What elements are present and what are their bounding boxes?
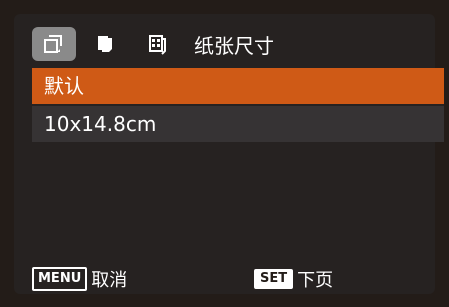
page-filled-icon	[94, 33, 118, 55]
menu-button-badge: MENU	[32, 267, 88, 291]
page-title: 纸张尺寸	[194, 33, 274, 58]
page-layout-icon	[146, 33, 170, 55]
set-button-badge: SET	[254, 269, 294, 289]
tab-paper-settings[interactable]	[32, 27, 76, 61]
pages-outline-icon	[42, 33, 66, 55]
tab-layout[interactable]	[136, 27, 180, 61]
next-page-hint[interactable]: SET 下页	[254, 266, 333, 292]
tab-paper-type[interactable]	[84, 27, 128, 61]
paper-size-list: 默认 10x14.8cm	[32, 68, 444, 142]
next-page-label: 下页	[297, 270, 334, 291]
list-item-10x14-8cm[interactable]: 10x14.8cm	[32, 104, 444, 142]
cancel-label: 取消	[91, 270, 128, 291]
footer-hints: MENU 取消 SET 下页	[32, 266, 444, 292]
cancel-hint[interactable]: MENU 取消	[32, 266, 127, 292]
list-item-default[interactable]: 默认	[32, 68, 444, 104]
tab-bar: 纸张尺寸	[32, 24, 274, 64]
